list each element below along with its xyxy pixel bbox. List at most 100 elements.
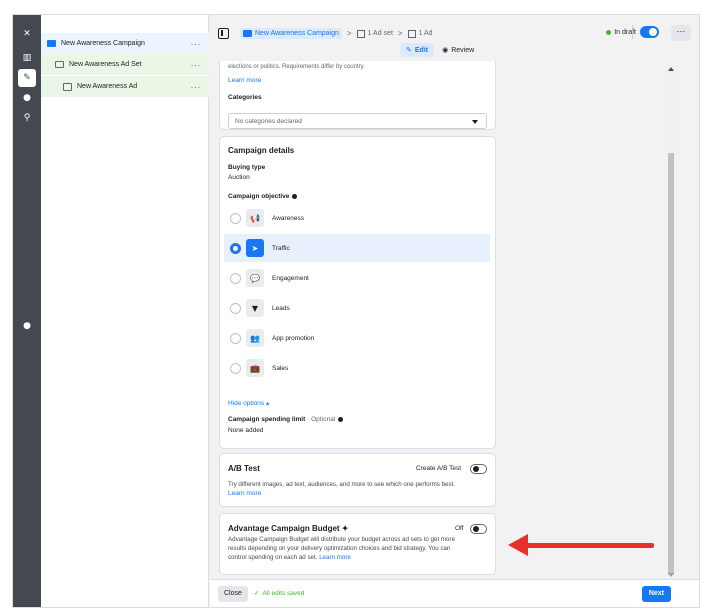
edit-label: Edit — [414, 46, 429, 54]
pencil-icon[interactable]: ✎ — [18, 69, 36, 87]
objective-label: Sales — [272, 364, 289, 372]
learn-more-link[interactable]: Learn more — [228, 77, 261, 84]
ab-test-description: Try different images, ad text, audiences… — [228, 481, 455, 488]
campaign-on-toggle[interactable] — [640, 26, 659, 38]
editor-header: New Awareness Campaign > 1 Ad set > 1 Ad… — [210, 15, 699, 61]
info-icon[interactable] — [292, 193, 298, 199]
radio-button[interactable] — [230, 362, 241, 374]
objective-label: Awareness — [272, 214, 305, 222]
special-categories-card: elections or politics. Requirements diff… — [219, 61, 496, 130]
cursor-icon: ➤ — [246, 239, 264, 257]
objective-app-promotion[interactable]: 👥 App promotion — [224, 324, 490, 352]
tree-item-adset[interactable]: New Awareness Ad Set ··· — [41, 54, 209, 75]
radio-button[interactable] — [230, 242, 241, 254]
objective-traffic[interactable]: ➤ Traffic — [224, 234, 490, 262]
close-button[interactable]: Close — [218, 586, 248, 602]
radio-button[interactable] — [230, 212, 241, 224]
ab-test-learn-more-link[interactable]: Learn more — [228, 490, 261, 497]
ad-icon — [63, 82, 72, 91]
grid-icon — [55, 61, 64, 68]
chart-icon[interactable]: ▥ — [18, 49, 36, 67]
edit-button[interactable]: ✎ Edit — [400, 43, 435, 57]
review-button[interactable]: ◉ Review — [434, 43, 482, 57]
more-options-button[interactable]: ··· — [671, 25, 691, 41]
objective-sales[interactable]: 💼 Sales — [224, 354, 490, 382]
breadcrumb-separator: > — [397, 29, 403, 38]
info-icon[interactable] — [338, 416, 344, 422]
chevron-down-icon — [472, 120, 478, 124]
more-options-icon[interactable]: ··· — [191, 82, 202, 92]
campaign-objective-text: Campaign objective — [228, 193, 290, 200]
campaign-tree: New Awareness Campaign ··· New Awareness… — [41, 15, 209, 607]
chat-bubbles-icon: 💬 — [246, 269, 264, 287]
close-icon[interactable]: ✕ — [18, 25, 36, 43]
radio-button[interactable] — [230, 302, 241, 314]
scroll-down-arrow-icon[interactable] — [668, 573, 674, 577]
spending-limit-value: None added — [228, 427, 264, 434]
hide-options-link[interactable]: Hide options ▴ — [228, 399, 269, 407]
tree-item-ad-label: New Awareness Ad — [77, 83, 138, 90]
categories-select[interactable]: No categories declared — [228, 113, 487, 129]
campaign-details-title: Campaign details — [228, 146, 295, 155]
tree-item-campaign-label: New Awareness Campaign — [61, 40, 145, 47]
categories-cut-text: elections or politics. Requirements diff… — [228, 64, 365, 70]
clock-icon[interactable]: ● — [18, 89, 36, 107]
advantage-description-block: Advantage Campaign Budget will distribut… — [228, 535, 456, 562]
next-button[interactable]: Next — [641, 586, 671, 602]
mode-switcher: ✎ Edit ◉ Review — [400, 43, 482, 57]
more-options-icon[interactable]: ··· — [191, 39, 202, 49]
campaign-details-card: Campaign details Buying type Auction Cam… — [219, 136, 496, 449]
objective-label: Leads — [272, 304, 290, 312]
editor-content: elections or politics. Requirements diff… — [210, 61, 699, 579]
breadcrumb-ad[interactable]: 1 Ad — [419, 30, 433, 37]
ads-manager-window: ✕ ▥ ✎ ● ⚲ ● New Awareness Campaign ··· N… — [12, 14, 700, 608]
review-label: Review — [451, 46, 475, 54]
search-icon[interactable]: ⚲ — [18, 109, 36, 127]
divider — [632, 25, 633, 39]
tree-item-ad[interactable]: New Awareness Ad ··· — [41, 76, 209, 97]
scroll-up-arrow-icon[interactable] — [668, 67, 674, 71]
breadcrumb-adset[interactable]: 1 Ad set — [368, 30, 393, 37]
objective-leads[interactable]: ▼ Leads — [224, 294, 490, 322]
people-icon: 👥 — [246, 329, 264, 347]
breadcrumb-campaign[interactable]: New Awareness Campaign — [240, 28, 342, 39]
objective-awareness[interactable]: 📢 Awareness — [224, 204, 490, 232]
categories-label: Categories — [228, 94, 262, 101]
folder-icon — [47, 40, 56, 47]
save-status: ✓ All edits saved — [254, 589, 304, 597]
advantage-toggle-state: Off — [455, 525, 464, 532]
ab-test-title: A/B Test — [228, 464, 260, 473]
info-icon[interactable]: ● — [18, 317, 36, 335]
checkmark-icon: ✓ — [254, 589, 260, 597]
annotation-arrow-shaft — [523, 543, 654, 548]
briefcase-icon: 💼 — [246, 359, 264, 377]
status-dot-icon — [606, 30, 612, 35]
tree-item-campaign[interactable]: New Awareness Campaign ··· — [41, 33, 209, 54]
ab-test-toggle[interactable] — [470, 464, 487, 474]
pencil-icon: ✎ — [406, 46, 412, 54]
advantage-budget-title: Advantage Campaign Budget ✦ — [228, 524, 349, 533]
objective-engagement[interactable]: 💬 Engagement — [224, 264, 490, 292]
buying-type-label: Buying type — [228, 164, 266, 171]
folder-icon — [243, 30, 252, 37]
create-ab-test-label: Create A/B Test — [416, 465, 462, 472]
radio-button[interactable] — [230, 332, 241, 344]
radio-button[interactable] — [230, 272, 241, 284]
ad-icon — [407, 29, 416, 38]
annotation-arrow-icon — [508, 534, 528, 556]
tree-item-adset-label: New Awareness Ad Set — [69, 61, 142, 68]
buying-type-value: Auction — [228, 174, 250, 181]
panel-toggle-icon[interactable] — [218, 28, 229, 39]
save-status-label: All edits saved — [262, 590, 305, 597]
advantage-learn-more-link[interactable]: Learn more — [319, 554, 351, 561]
categories-select-value: No categories declared — [235, 118, 302, 125]
spending-limit-text: Campaign spending limit — [228, 416, 306, 423]
left-rail: ✕ ▥ ✎ ● ⚲ ● — [13, 15, 41, 607]
advantage-budget-toggle[interactable] — [470, 524, 487, 534]
campaign-objective-label: Campaign objective — [228, 193, 298, 200]
more-options-icon[interactable]: ··· — [191, 60, 202, 70]
breadcrumb: New Awareness Campaign > 1 Ad set > 1 Ad — [240, 28, 433, 39]
scrollbar-thumb[interactable] — [668, 153, 674, 575]
funnel-icon: ▼ — [246, 299, 264, 317]
megaphone-icon: 📢 — [246, 209, 264, 227]
